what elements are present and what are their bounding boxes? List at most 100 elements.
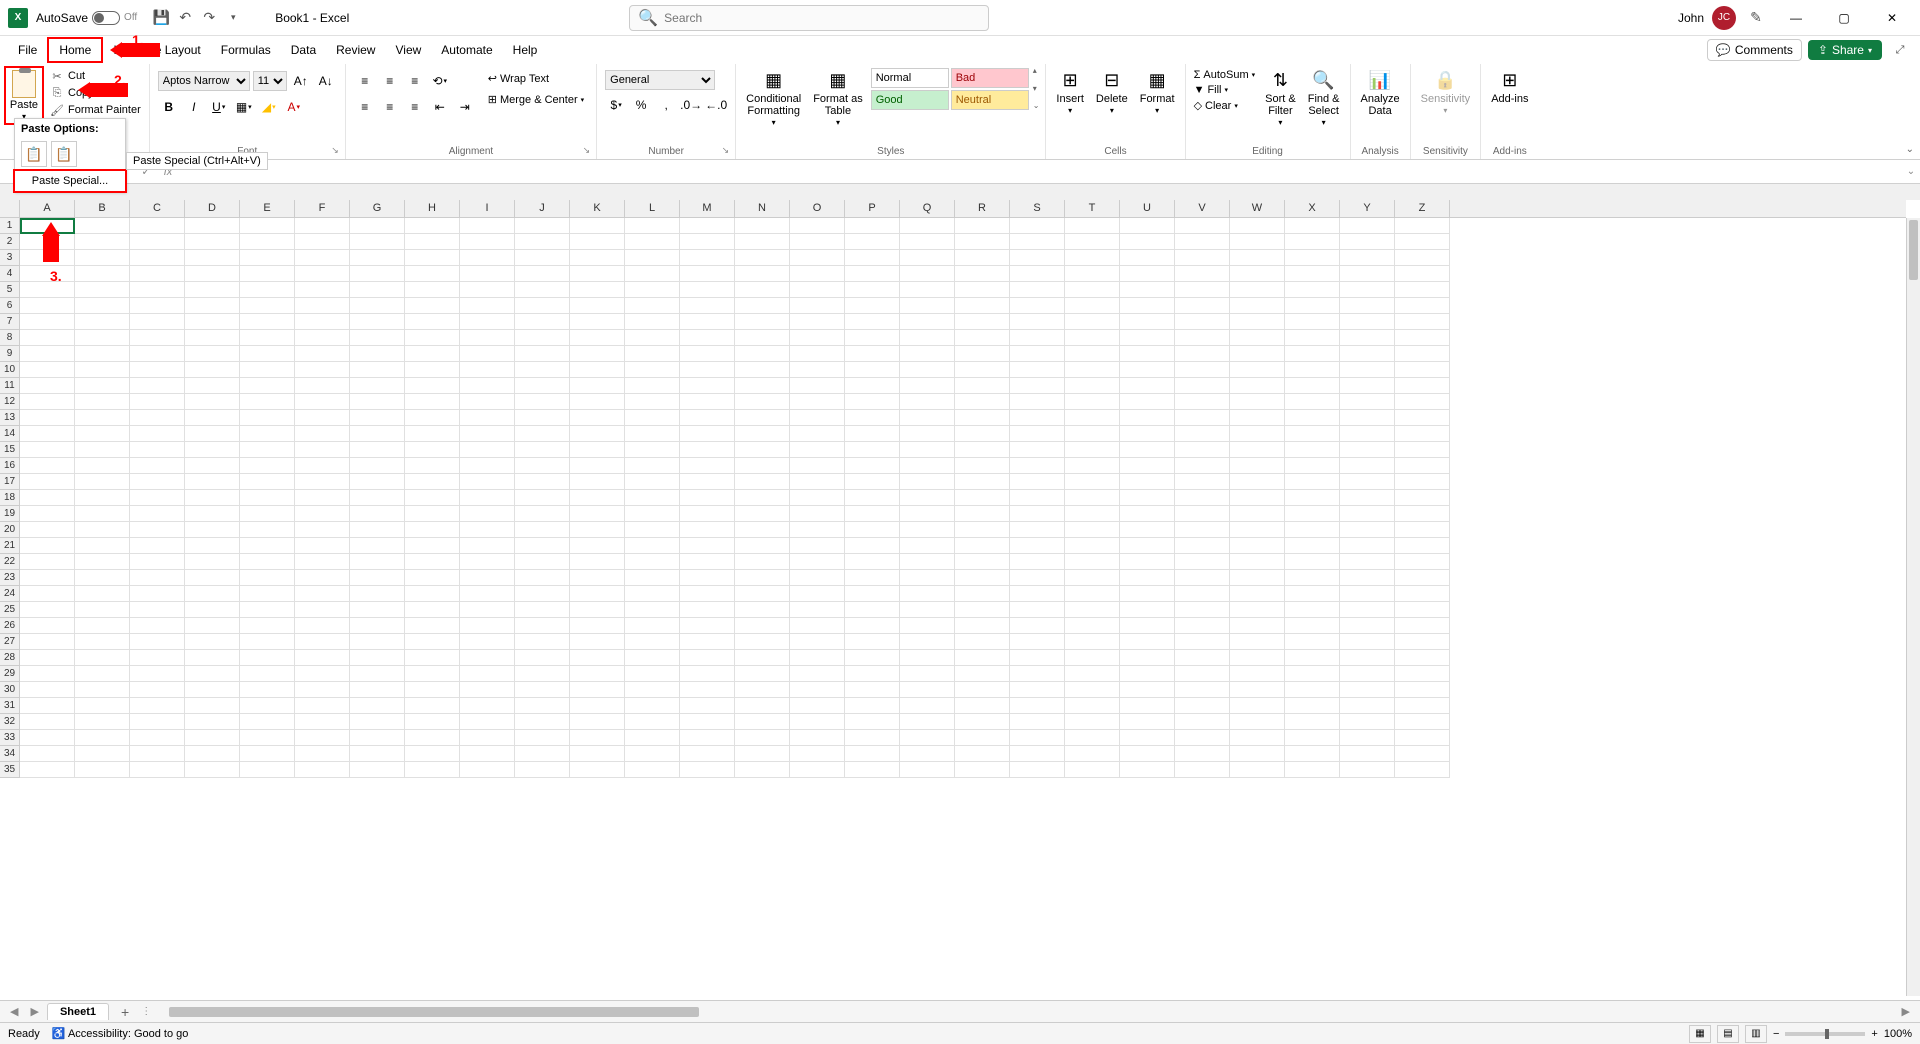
cell[interactable] [460,410,515,426]
cell[interactable] [20,426,75,442]
cell[interactable] [735,650,790,666]
cell[interactable] [350,730,405,746]
cell[interactable] [1230,762,1285,778]
paste-special-button[interactable]: Paste Special... [13,169,127,193]
increase-font-icon[interactable]: A↑ [290,70,312,92]
cell[interactable] [75,218,130,234]
cell[interactable] [735,602,790,618]
cell[interactable] [185,314,240,330]
cell[interactable] [405,378,460,394]
cell[interactable] [570,698,625,714]
cell[interactable] [240,554,295,570]
cell[interactable] [130,250,185,266]
select-all-corner[interactable] [0,200,20,218]
cell[interactable] [1065,362,1120,378]
cell[interactable] [680,506,735,522]
cell[interactable] [625,234,680,250]
cell[interactable] [1340,314,1395,330]
cell[interactable] [625,410,680,426]
cell[interactable] [1230,218,1285,234]
cell[interactable] [1175,714,1230,730]
cell[interactable] [460,426,515,442]
cell[interactable] [1175,586,1230,602]
format-as-table-button[interactable]: ▦Format as Table▾ [807,66,869,129]
cell[interactable] [460,234,515,250]
cell[interactable] [1395,554,1450,570]
cell[interactable] [790,634,845,650]
column-header-V[interactable]: V [1175,200,1230,217]
cell[interactable] [1010,362,1065,378]
cell[interactable] [1065,426,1120,442]
cell[interactable] [1395,378,1450,394]
cell[interactable] [625,442,680,458]
cell[interactable] [1340,746,1395,762]
normal-view-icon[interactable]: ▦ [1689,1025,1711,1043]
cell[interactable] [240,346,295,362]
cell[interactable] [1230,394,1285,410]
cell[interactable] [185,618,240,634]
paste-option-values[interactable]: 📋 [51,141,77,167]
sort-filter-button[interactable]: ⇅Sort & Filter▾ [1259,66,1302,129]
cell[interactable] [1285,682,1340,698]
cell[interactable] [1230,250,1285,266]
cell[interactable] [900,570,955,586]
cell[interactable] [900,522,955,538]
cell[interactable] [460,282,515,298]
cell[interactable] [625,506,680,522]
cell[interactable] [625,762,680,778]
cell[interactable] [900,618,955,634]
cell[interactable] [955,442,1010,458]
bold-button[interactable]: B [158,96,180,118]
cell[interactable] [570,618,625,634]
cell[interactable] [845,618,900,634]
tab-help[interactable]: Help [503,39,548,61]
cell[interactable] [790,346,845,362]
cell[interactable] [680,634,735,650]
cell[interactable] [735,714,790,730]
cell[interactable] [955,506,1010,522]
cell[interactable] [240,474,295,490]
cell[interactable] [845,442,900,458]
clear-button[interactable]: ◇Clear▾ [1192,98,1258,113]
row-header-25[interactable]: 25 [0,602,19,618]
cell[interactable] [20,458,75,474]
cell[interactable] [1010,394,1065,410]
cell[interactable] [1285,378,1340,394]
cell[interactable] [1230,330,1285,346]
cell[interactable] [570,634,625,650]
cell[interactable] [1120,234,1175,250]
cell[interactable] [1340,426,1395,442]
cell[interactable] [845,682,900,698]
cell[interactable] [20,586,75,602]
cell[interactable] [1285,714,1340,730]
cell[interactable] [570,394,625,410]
cell[interactable] [625,634,680,650]
cell[interactable] [405,394,460,410]
cell[interactable] [75,506,130,522]
cell[interactable] [790,266,845,282]
cell[interactable] [515,410,570,426]
cell[interactable] [625,618,680,634]
cell[interactable] [185,394,240,410]
cell[interactable] [1065,394,1120,410]
cell[interactable] [900,330,955,346]
conditional-formatting-button[interactable]: ▦Conditional Formatting▾ [740,66,807,129]
cell[interactable] [1230,522,1285,538]
cell[interactable] [460,698,515,714]
cell[interactable] [1340,490,1395,506]
cell[interactable] [845,458,900,474]
cell[interactable] [185,730,240,746]
cell[interactable] [460,250,515,266]
cell[interactable] [1395,442,1450,458]
cell[interactable] [75,442,130,458]
cell[interactable] [460,298,515,314]
cell[interactable] [405,538,460,554]
row-header-33[interactable]: 33 [0,730,19,746]
cell[interactable] [75,602,130,618]
cell[interactable] [130,538,185,554]
cell[interactable] [405,250,460,266]
cell[interactable] [1395,570,1450,586]
cell[interactable] [1065,490,1120,506]
cell[interactable] [955,458,1010,474]
cell[interactable] [1175,410,1230,426]
